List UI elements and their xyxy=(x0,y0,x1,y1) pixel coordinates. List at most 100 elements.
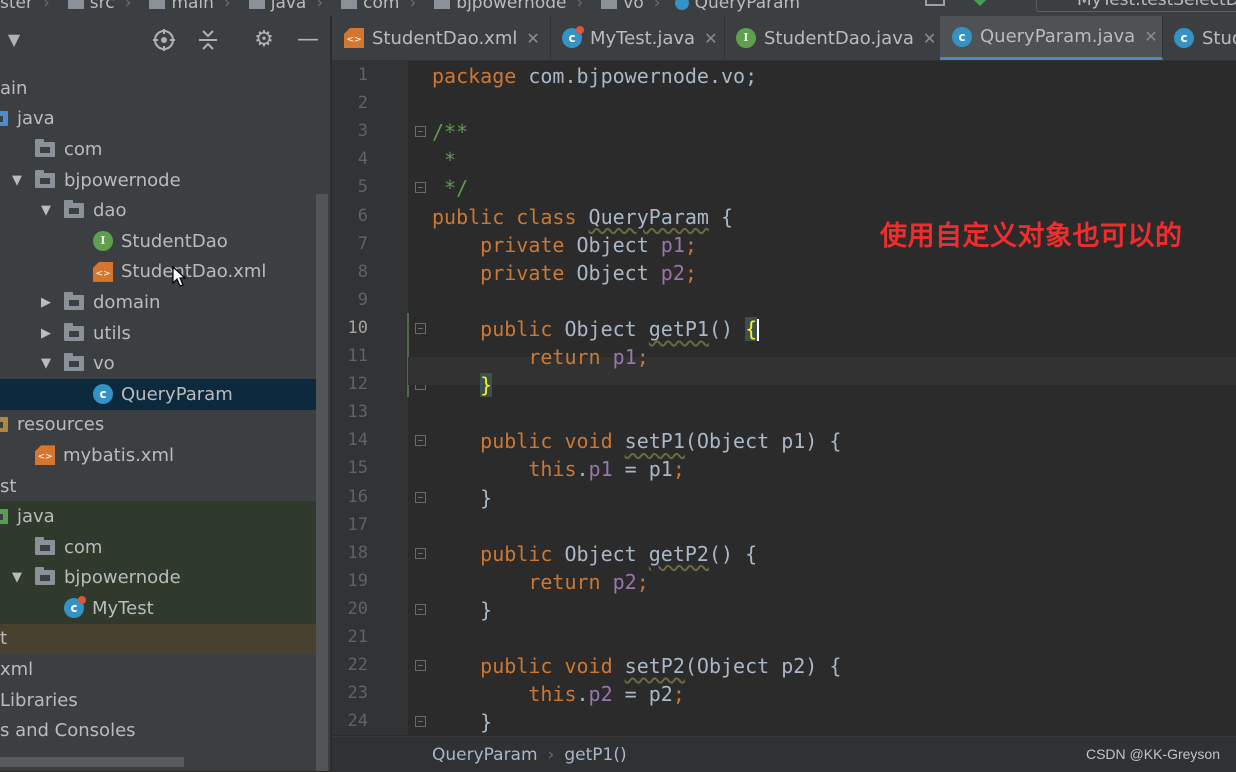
tree-item[interactable]: ▼ bjpowernode xyxy=(0,165,316,196)
tree-item[interactable]: <> mybatis.xml xyxy=(0,440,316,471)
code-token: /** xyxy=(432,120,469,145)
hide-icon[interactable]: — xyxy=(296,28,320,52)
code-token: (Object p1) { xyxy=(684,429,842,454)
code-token: package xyxy=(432,64,529,88)
tree-item[interactable]: java xyxy=(0,104,316,135)
close-icon[interactable]: ✕ xyxy=(923,29,936,48)
dropdown-icon[interactable]: ▼ xyxy=(2,28,26,52)
tree-item[interactable]: Libraries xyxy=(0,685,316,716)
code-token: setP1 xyxy=(624,429,685,454)
tree-item[interactable]: s and Consoles xyxy=(0,715,316,746)
breadcrumb-item[interactable]: java › xyxy=(235,0,327,13)
expand-arrow-icon[interactable]: ▼ xyxy=(9,570,25,585)
fold-marker-icon[interactable] xyxy=(415,547,426,559)
window-icon[interactable] xyxy=(925,0,945,6)
code-line: } xyxy=(432,596,492,624)
collapse-arrow-icon[interactable]: ▶ xyxy=(38,295,54,310)
close-icon[interactable]: ✕ xyxy=(526,29,539,48)
tree-item[interactable]: xml xyxy=(0,654,316,685)
vertical-scrollbar[interactable] xyxy=(316,194,328,771)
breadcrumb-item[interactable]: src › xyxy=(54,0,136,13)
test-class-icon: c xyxy=(64,596,86,619)
folder-icon xyxy=(434,0,451,9)
code-line: } xyxy=(432,708,492,736)
editor-tab[interactable]: c MyTest.java ✕ xyxy=(550,16,725,60)
breadcrumb-separator: › xyxy=(223,0,231,13)
code-area[interactable]: package com.bjpowernode.vo;/** * */publi… xyxy=(408,60,1236,736)
breadcrumb-separator: › xyxy=(653,0,661,13)
collapse-arrow-icon[interactable]: ▶ xyxy=(38,326,54,341)
horizontal-scrollbar[interactable] xyxy=(0,757,184,767)
breadcrumb: ster › src › main › java › com › bjpowernode › vo › Qu… xyxy=(0,0,800,14)
line-number: 20 xyxy=(347,598,368,619)
run-config-selector[interactable]: MyTest.testSelectDOb xyxy=(1036,0,1236,12)
project-panel: ▼ ⚙ — ain java com ▼ bjpowernode ▼ dao I Student… xyxy=(0,16,330,771)
fold-marker-icon[interactable] xyxy=(415,491,426,503)
tree-item[interactable]: I StudentDao xyxy=(0,226,316,257)
package-icon xyxy=(64,291,84,310)
code-token: } xyxy=(432,597,493,622)
tree-item[interactable]: st xyxy=(0,471,316,502)
tree-item[interactable]: t xyxy=(0,623,316,655)
breadcrumb-item[interactable]: QueryParam xyxy=(665,0,800,13)
tree-item[interactable]: ▶ domain xyxy=(0,287,316,318)
xml-file-icon: <> xyxy=(344,28,364,48)
folder-icon xyxy=(341,0,358,9)
editor-breadcrumb-item[interactable]: getP1() xyxy=(564,745,626,765)
line-number: 17 xyxy=(347,514,368,535)
tree-item[interactable]: com xyxy=(0,531,316,563)
locate-icon[interactable] xyxy=(152,28,176,52)
editor-tab[interactable]: c Stud xyxy=(1162,16,1236,60)
editor-tab[interactable]: <> StudentDao.xml ✕ xyxy=(332,16,551,60)
fold-marker-icon[interactable] xyxy=(415,322,426,334)
tree-item-label: resources xyxy=(17,414,105,436)
tree-item[interactable]: ▼ dao xyxy=(0,195,316,226)
build-icon[interactable] xyxy=(972,0,988,7)
close-icon[interactable]: ✕ xyxy=(1144,27,1157,46)
expand-arrow-icon[interactable]: ▼ xyxy=(38,203,54,218)
tree-item-label: com xyxy=(64,138,103,160)
fold-marker-icon[interactable] xyxy=(415,603,426,615)
line-number: 3 xyxy=(357,121,368,142)
tree-item[interactable]: ain xyxy=(0,73,316,104)
code-token: ; xyxy=(672,682,685,707)
collapse-all-icon[interactable] xyxy=(196,28,220,52)
breadcrumb-item[interactable]: ster › xyxy=(0,0,54,13)
code-line: } xyxy=(432,484,492,512)
editor-tab[interactable]: I StudentDao.java ✕ xyxy=(724,16,941,60)
fold-marker-icon[interactable] xyxy=(415,182,426,194)
breadcrumb-item[interactable]: bjpowernode › xyxy=(420,0,587,13)
line-number: 24 xyxy=(347,711,368,732)
package-icon xyxy=(35,169,55,188)
tree-item[interactable]: com xyxy=(0,134,316,165)
editor-breadcrumb-item[interactable]: QueryParam xyxy=(432,745,538,765)
fold-marker-icon[interactable] xyxy=(415,435,426,447)
fold-marker-icon[interactable] xyxy=(415,716,426,728)
fold-marker-icon[interactable] xyxy=(415,660,426,672)
tree-item[interactable]: c QueryParam xyxy=(0,378,316,410)
expand-arrow-icon[interactable]: ▼ xyxy=(9,173,25,188)
tree-item[interactable]: java xyxy=(0,501,316,532)
tree-item[interactable]: ▼ vo xyxy=(0,348,316,379)
code-line: public void setP1(Object p1) { xyxy=(432,427,841,455)
breadcrumb-item[interactable]: vo › xyxy=(587,0,664,13)
editor-tab[interactable]: c QueryParam.java ✕ xyxy=(940,16,1163,60)
code-token: p2 xyxy=(660,260,685,285)
tree-item[interactable]: ▼ bjpowernode xyxy=(0,562,316,594)
close-icon[interactable]: ✕ xyxy=(704,29,717,48)
gear-icon[interactable]: ⚙ xyxy=(252,28,276,52)
editor-breadcrumb: QueryParam › getP1() xyxy=(432,745,627,765)
fold-marker-icon[interactable] xyxy=(415,126,426,138)
breadcrumb-separator: › xyxy=(42,0,50,13)
tree-item[interactable]: resources xyxy=(0,410,316,441)
folder-icon xyxy=(67,0,84,9)
expand-arrow-icon[interactable]: ▼ xyxy=(38,356,54,371)
tree-item[interactable]: <> StudentDao.xml xyxy=(0,257,316,288)
tab-label: QueryParam.java xyxy=(980,26,1136,47)
tree-item[interactable]: c MyTest xyxy=(0,593,316,624)
interface-icon: I xyxy=(736,28,756,48)
editor-breadcrumb-bar: QueryParam › getP1() CSDN @KK-Greyson xyxy=(332,736,1236,772)
tree-item[interactable]: ▶ utils xyxy=(0,318,316,349)
breadcrumb-item[interactable]: main › xyxy=(135,0,234,13)
breadcrumb-item[interactable]: com › xyxy=(327,0,420,13)
